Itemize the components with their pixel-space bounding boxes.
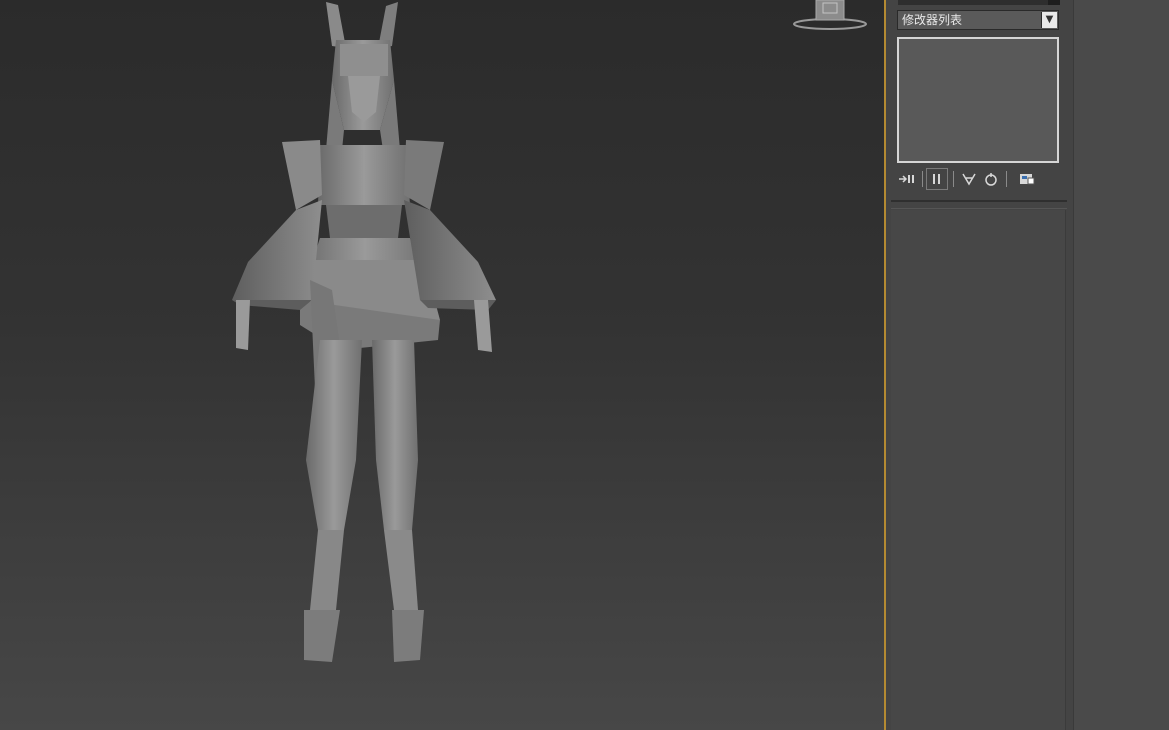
chevron-down-icon[interactable]: ▼ xyxy=(1041,12,1057,28)
remove-modifier-icon[interactable] xyxy=(980,168,1002,190)
command-panel: 修改器列表 ▼ xyxy=(886,0,1073,730)
pin-stack-icon[interactable] xyxy=(896,168,918,190)
side-panel-strip xyxy=(1073,0,1169,730)
toolbar-separator xyxy=(1006,171,1007,187)
make-unique-icon[interactable] xyxy=(958,168,980,190)
modifier-parameters-rollout[interactable] xyxy=(891,210,1066,730)
modifier-list-label: 修改器列表 xyxy=(902,13,963,27)
panel-divider xyxy=(891,208,1067,209)
configure-modifier-sets-icon[interactable] xyxy=(1016,168,1038,190)
toolbar-separator xyxy=(953,171,954,187)
perspective-viewport[interactable] xyxy=(0,0,884,730)
character-model[interactable] xyxy=(0,0,884,730)
modifier-stack-toolbar xyxy=(896,168,1062,190)
toolbar-separator xyxy=(922,171,923,187)
modifier-list-dropdown[interactable]: 修改器列表 ▼ xyxy=(897,10,1059,30)
modifier-stack-list[interactable] xyxy=(897,37,1059,163)
panel-divider xyxy=(891,200,1067,202)
object-color-swatch[interactable] xyxy=(1048,0,1060,5)
show-end-result-icon[interactable] xyxy=(926,168,948,190)
model-legs xyxy=(304,340,424,662)
object-name-field[interactable] xyxy=(898,0,1058,5)
